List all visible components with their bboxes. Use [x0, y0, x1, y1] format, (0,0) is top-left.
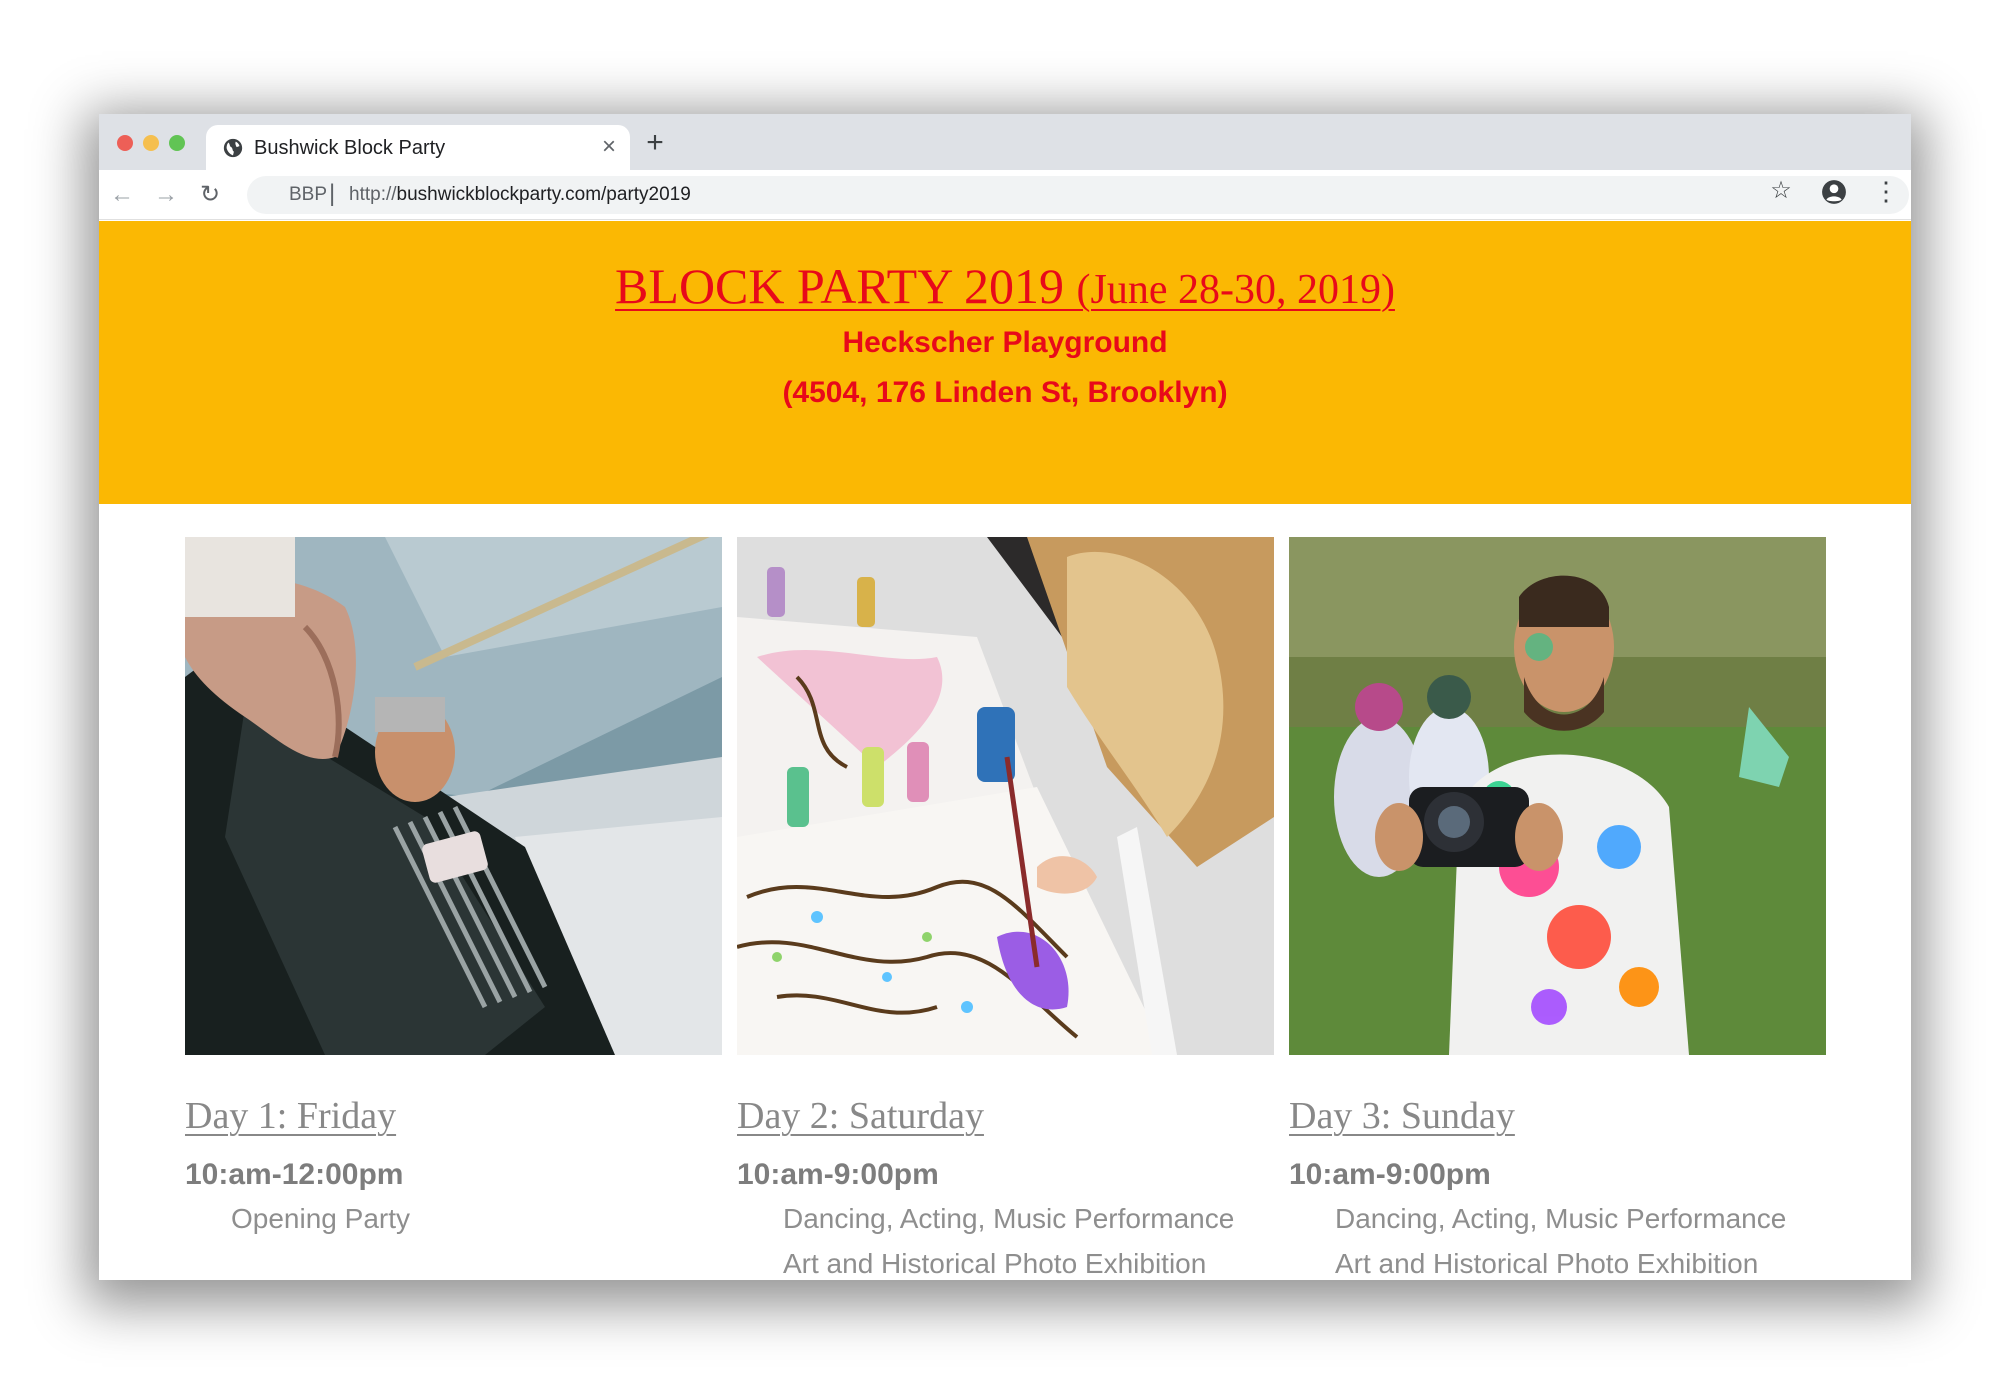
day-activity: Art and Historical Photo Exhibition — [783, 1248, 1207, 1279]
event-banner: BLOCK PARTY 2019 (June 28-30, 2019) Heck… — [99, 221, 1911, 504]
address-bar[interactable]: BBP | http://bushwickblockparty.com/part… — [247, 176, 1909, 214]
browser-toolbar: ← → ↻ BBP | http://bushwickblockparty.co… — [99, 170, 1911, 220]
tab-title: Bushwick Block Party — [254, 137, 446, 159]
tab-close-icon[interactable]: × — [602, 133, 616, 161]
url-text[interactable]: http://bushwickblockparty.com/party2019 — [349, 184, 691, 206]
painting-photo — [736, 537, 1274, 1055]
maximize-window-button[interactable] — [169, 135, 185, 151]
page-title[interactable]: BLOCK PARTY 2019 (June 28-30, 2019) — [99, 257, 1911, 315]
day-card-3: Day 3: Sunday 10:am-9:00pm Dancing, Acti… — [1289, 537, 1826, 1280]
day-title[interactable]: Day 1: Friday — [185, 1094, 722, 1138]
back-arrow-icon[interactable]: ← — [109, 182, 135, 208]
tab-bushwick-block-party[interactable]: Bushwick Block Party × — [206, 125, 630, 170]
day-activity: Dancing, Acting, Music Performance — [1335, 1203, 1787, 1234]
day-card-2: Day 2: Saturday 10:am-9:00pm Dancing, Ac… — [736, 537, 1274, 1280]
day-activity: Opening Party — [231, 1203, 410, 1234]
bookmark-star-icon[interactable]: ☆ — [1769, 179, 1793, 203]
site-separator: | — [329, 180, 336, 207]
new-tab-button[interactable]: + — [639, 128, 671, 160]
venue-address: (4504, 176 Linden St, Brooklyn) — [782, 376, 1228, 409]
day-title[interactable]: Day 3: Sunday — [1289, 1094, 1826, 1138]
site-label: BBP — [289, 184, 328, 205]
reload-icon[interactable]: ↻ — [197, 182, 223, 208]
tab-strip: Bushwick Block Party × + — [99, 114, 1911, 170]
venue-name: Heckscher Playground — [842, 326, 1168, 359]
forward-arrow-icon[interactable]: → — [153, 182, 179, 208]
web-page: BLOCK PARTY 2019 (June 28-30, 2019) Heck… — [99, 221, 1911, 1280]
day-time: 10:am-9:00pm — [1289, 1158, 1491, 1191]
more-menu-icon[interactable]: ⋮ — [1873, 178, 1899, 205]
day-time: 10:am-9:00pm — [737, 1158, 939, 1191]
globe-icon — [223, 138, 243, 158]
browser-window: Bushwick Block Party × + ← → ↻ BBP | htt… — [99, 114, 1911, 1280]
account-icon[interactable] — [1821, 179, 1847, 205]
day-title[interactable]: Day 2: Saturday — [737, 1094, 1274, 1138]
day-time: 10:am-12:00pm — [185, 1158, 404, 1191]
day-activity: Dancing, Acting, Music Performance — [783, 1203, 1235, 1234]
color-festival-photo — [1289, 537, 1826, 1055]
accordion-player-photo — [185, 523, 724, 1055]
close-window-button[interactable] — [117, 135, 133, 151]
day-activity: Art and Historical Photo Exhibition — [1335, 1248, 1759, 1279]
minimize-window-button[interactable] — [143, 135, 159, 151]
day-card-1: Day 1: Friday 10:am-12:00pm Opening Part… — [185, 523, 724, 1241]
